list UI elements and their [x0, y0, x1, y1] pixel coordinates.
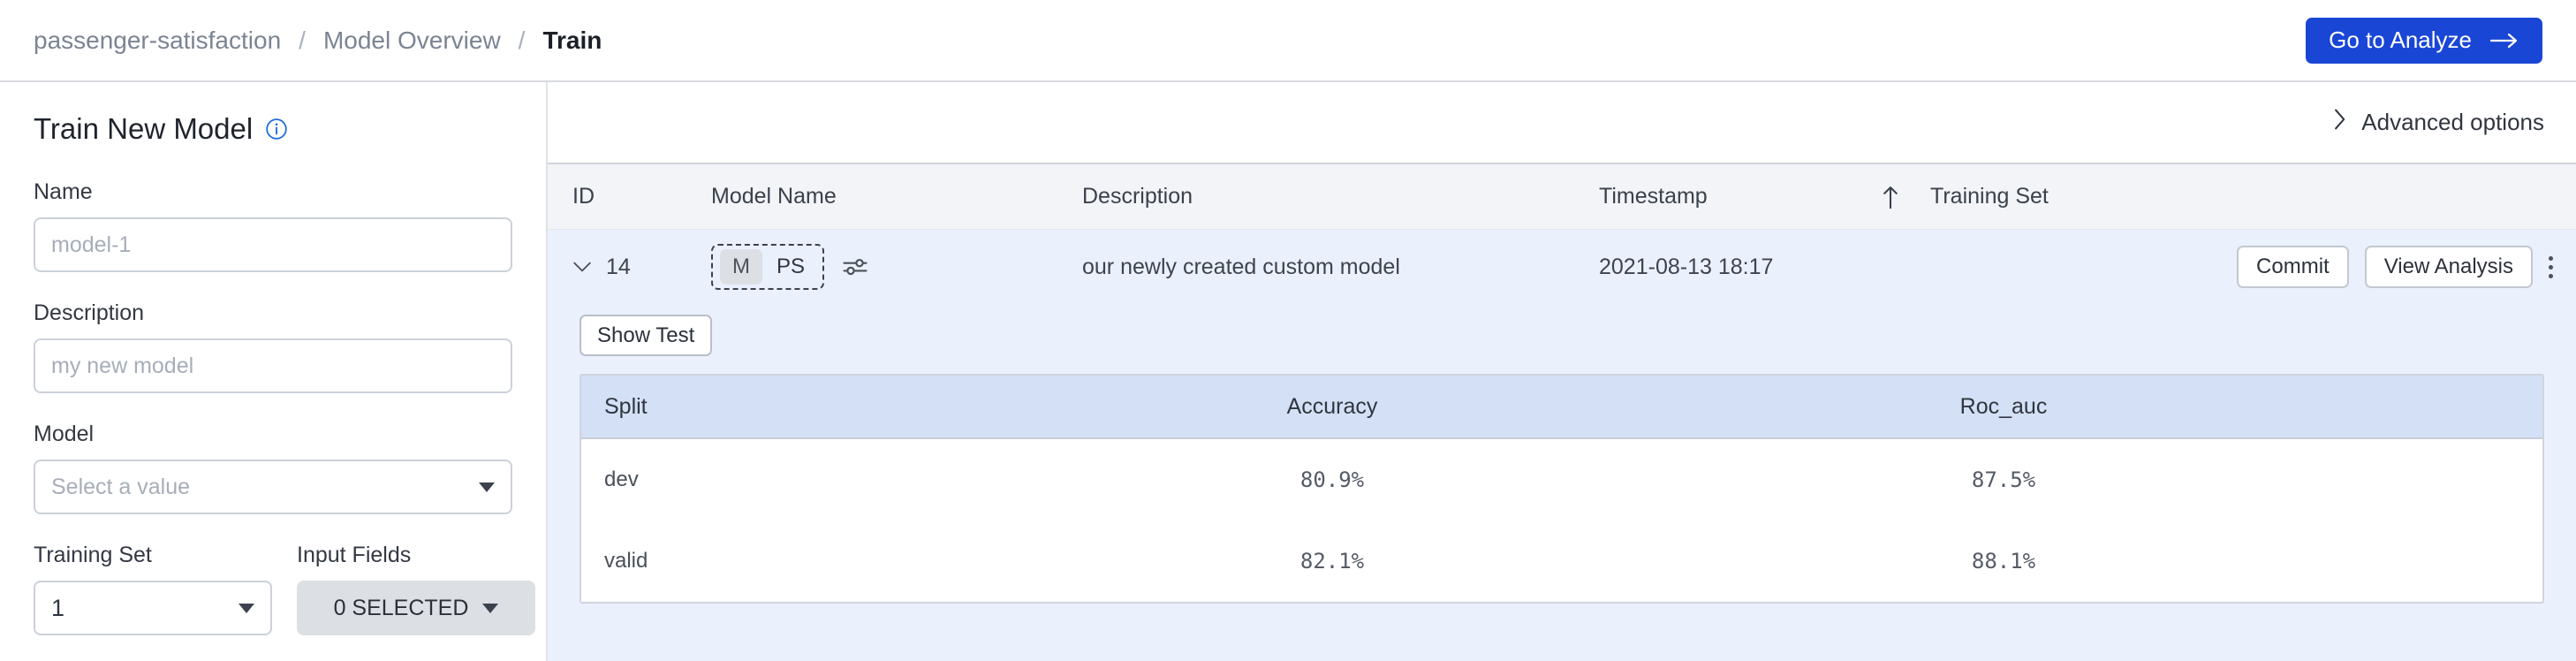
training-input-row: Training Set 1 Input Fields 0 SELECTED — [34, 543, 535, 635]
breadcrumb-item-model-overview[interactable]: Model Overview — [323, 27, 501, 55]
model-field-block: Model Select a value — [34, 422, 512, 514]
kebab-menu-icon[interactable] — [2549, 246, 2553, 288]
training-set-field-block: Training Set 1 — [34, 543, 272, 635]
model-label: Model — [34, 422, 95, 446]
row-model-name-cell: M PS — [711, 244, 1082, 290]
row-description-cell: our newly created custom model — [1082, 254, 1400, 279]
metrics-column-header-accuracy: Accuracy — [1286, 393, 1378, 419]
metrics-accuracy-dev: 80.9% — [1299, 467, 1365, 492]
metrics-row: valid 82.1% 88.1% — [581, 520, 2542, 602]
column-header-id[interactable]: ID — [548, 184, 711, 209]
row-id-cell: 14 — [548, 255, 711, 280]
column-header-description[interactable]: Description — [1082, 184, 1599, 209]
advanced-options-label: Advanced options — [2361, 109, 2544, 135]
breadcrumb-separator: / — [518, 26, 526, 54]
app-root: passenger-satisfaction / Model Overview … — [0, 0, 2576, 661]
input-fields-select[interactable]: 0 SELECTED — [297, 581, 535, 635]
show-test-button[interactable]: Show Test — [580, 315, 713, 356]
breadcrumb-item-train: Train — [542, 26, 602, 54]
models-table-area: Advanced options ID Model Name Descripti… — [548, 82, 2576, 661]
sliders-icon[interactable] — [842, 254, 868, 280]
training-set-value: 1 — [51, 594, 65, 621]
metrics-header-row: Split Accuracy Roc_auc — [581, 376, 2542, 439]
metrics-split-dev: dev — [604, 467, 639, 491]
row-actions-cell: Commit View Analysis — [2237, 246, 2576, 288]
description-input[interactable] — [34, 338, 512, 393]
train-new-model-panel: Train New Model Name Description Model S… — [0, 82, 548, 661]
column-header-training-set[interactable]: Training Set — [1930, 184, 2258, 209]
row-timestamp-cell: 2021-08-13 18:17 — [1599, 254, 1774, 279]
page-title: Train New Model — [34, 112, 254, 145]
training-set-label: Training Set — [34, 543, 152, 567]
description-label: Description — [34, 300, 145, 325]
metrics-table: Split Accuracy Roc_auc dev 80.9% 87.5% v… — [580, 374, 2544, 604]
chevron-down-icon — [482, 603, 499, 613]
topbar: passenger-satisfaction / Model Overview … — [0, 0, 2576, 82]
column-header-model-name[interactable]: Model Name — [711, 184, 1082, 209]
column-header-timestamp[interactable]: Timestamp — [1599, 184, 1851, 209]
chevron-down-icon — [239, 603, 254, 613]
panel-title-row: Train New Model — [34, 112, 512, 146]
metrics-row: dev 80.9% 87.5% — [581, 439, 2542, 520]
input-fields-field-block: Input Fields 0 SELECTED — [297, 543, 535, 635]
breadcrumb-item-project[interactable]: passenger-satisfaction — [34, 27, 281, 55]
input-fields-value: 0 SELECTED — [333, 595, 469, 620]
metrics-roc-auc-dev: 87.5% — [1971, 467, 2036, 492]
sort-arrow-up-icon[interactable] — [1851, 184, 1930, 210]
view-analysis-button[interactable]: View Analysis — [2364, 246, 2533, 288]
advanced-options-toggle[interactable]: Advanced options — [2331, 108, 2544, 137]
model-tag-ps[interactable]: PS — [766, 249, 815, 285]
table-row[interactable]: 14 M PS our newly created custom model 2… — [548, 230, 2576, 304]
chevron-right-icon — [2331, 108, 2347, 137]
metrics-column-header-split: Split — [604, 393, 648, 419]
arrow-right-icon — [2489, 32, 2519, 49]
metrics-roc-auc-valid: 88.1% — [1971, 549, 2036, 574]
name-label: Name — [34, 179, 93, 204]
model-select-value: Select a value — [51, 474, 191, 499]
metrics-column-header-roc-auc: Roc_auc — [1959, 393, 2048, 419]
commit-button[interactable]: Commit — [2237, 246, 2349, 288]
chevron-down-icon[interactable] — [572, 260, 592, 274]
go-to-analyze-label: Go to Analyze — [2329, 27, 2472, 53]
training-set-select[interactable]: 1 — [34, 581, 272, 635]
info-icon[interactable] — [265, 118, 288, 141]
input-fields-label: Input Fields — [297, 543, 412, 567]
name-input[interactable] — [34, 217, 512, 272]
model-select[interactable]: Select a value — [34, 460, 512, 514]
breadcrumb: passenger-satisfaction / Model Overview … — [34, 27, 602, 55]
metrics-accuracy-valid: 82.1% — [1299, 549, 1365, 574]
model-tag-m[interactable]: M — [720, 249, 762, 285]
description-field-block: Description — [34, 300, 512, 393]
name-field-block: Name — [34, 179, 512, 272]
row-detail-panel: Show Test Split Accuracy Roc_auc dev 80.… — [548, 304, 2576, 661]
go-to-analyze-button[interactable]: Go to Analyze — [2306, 17, 2542, 64]
breadcrumb-separator: / — [299, 26, 306, 54]
table-header-row: ID Model Name Description Timestamp Trai… — [548, 164, 2576, 230]
body: Train New Model Name Description Model S… — [0, 82, 2576, 661]
chevron-down-icon — [479, 482, 495, 492]
model-tag-group[interactable]: M PS — [711, 244, 825, 290]
advanced-options-bar: Advanced options — [548, 82, 2576, 164]
metrics-split-valid: valid — [604, 549, 648, 573]
row-id-value: 14 — [606, 254, 631, 279]
